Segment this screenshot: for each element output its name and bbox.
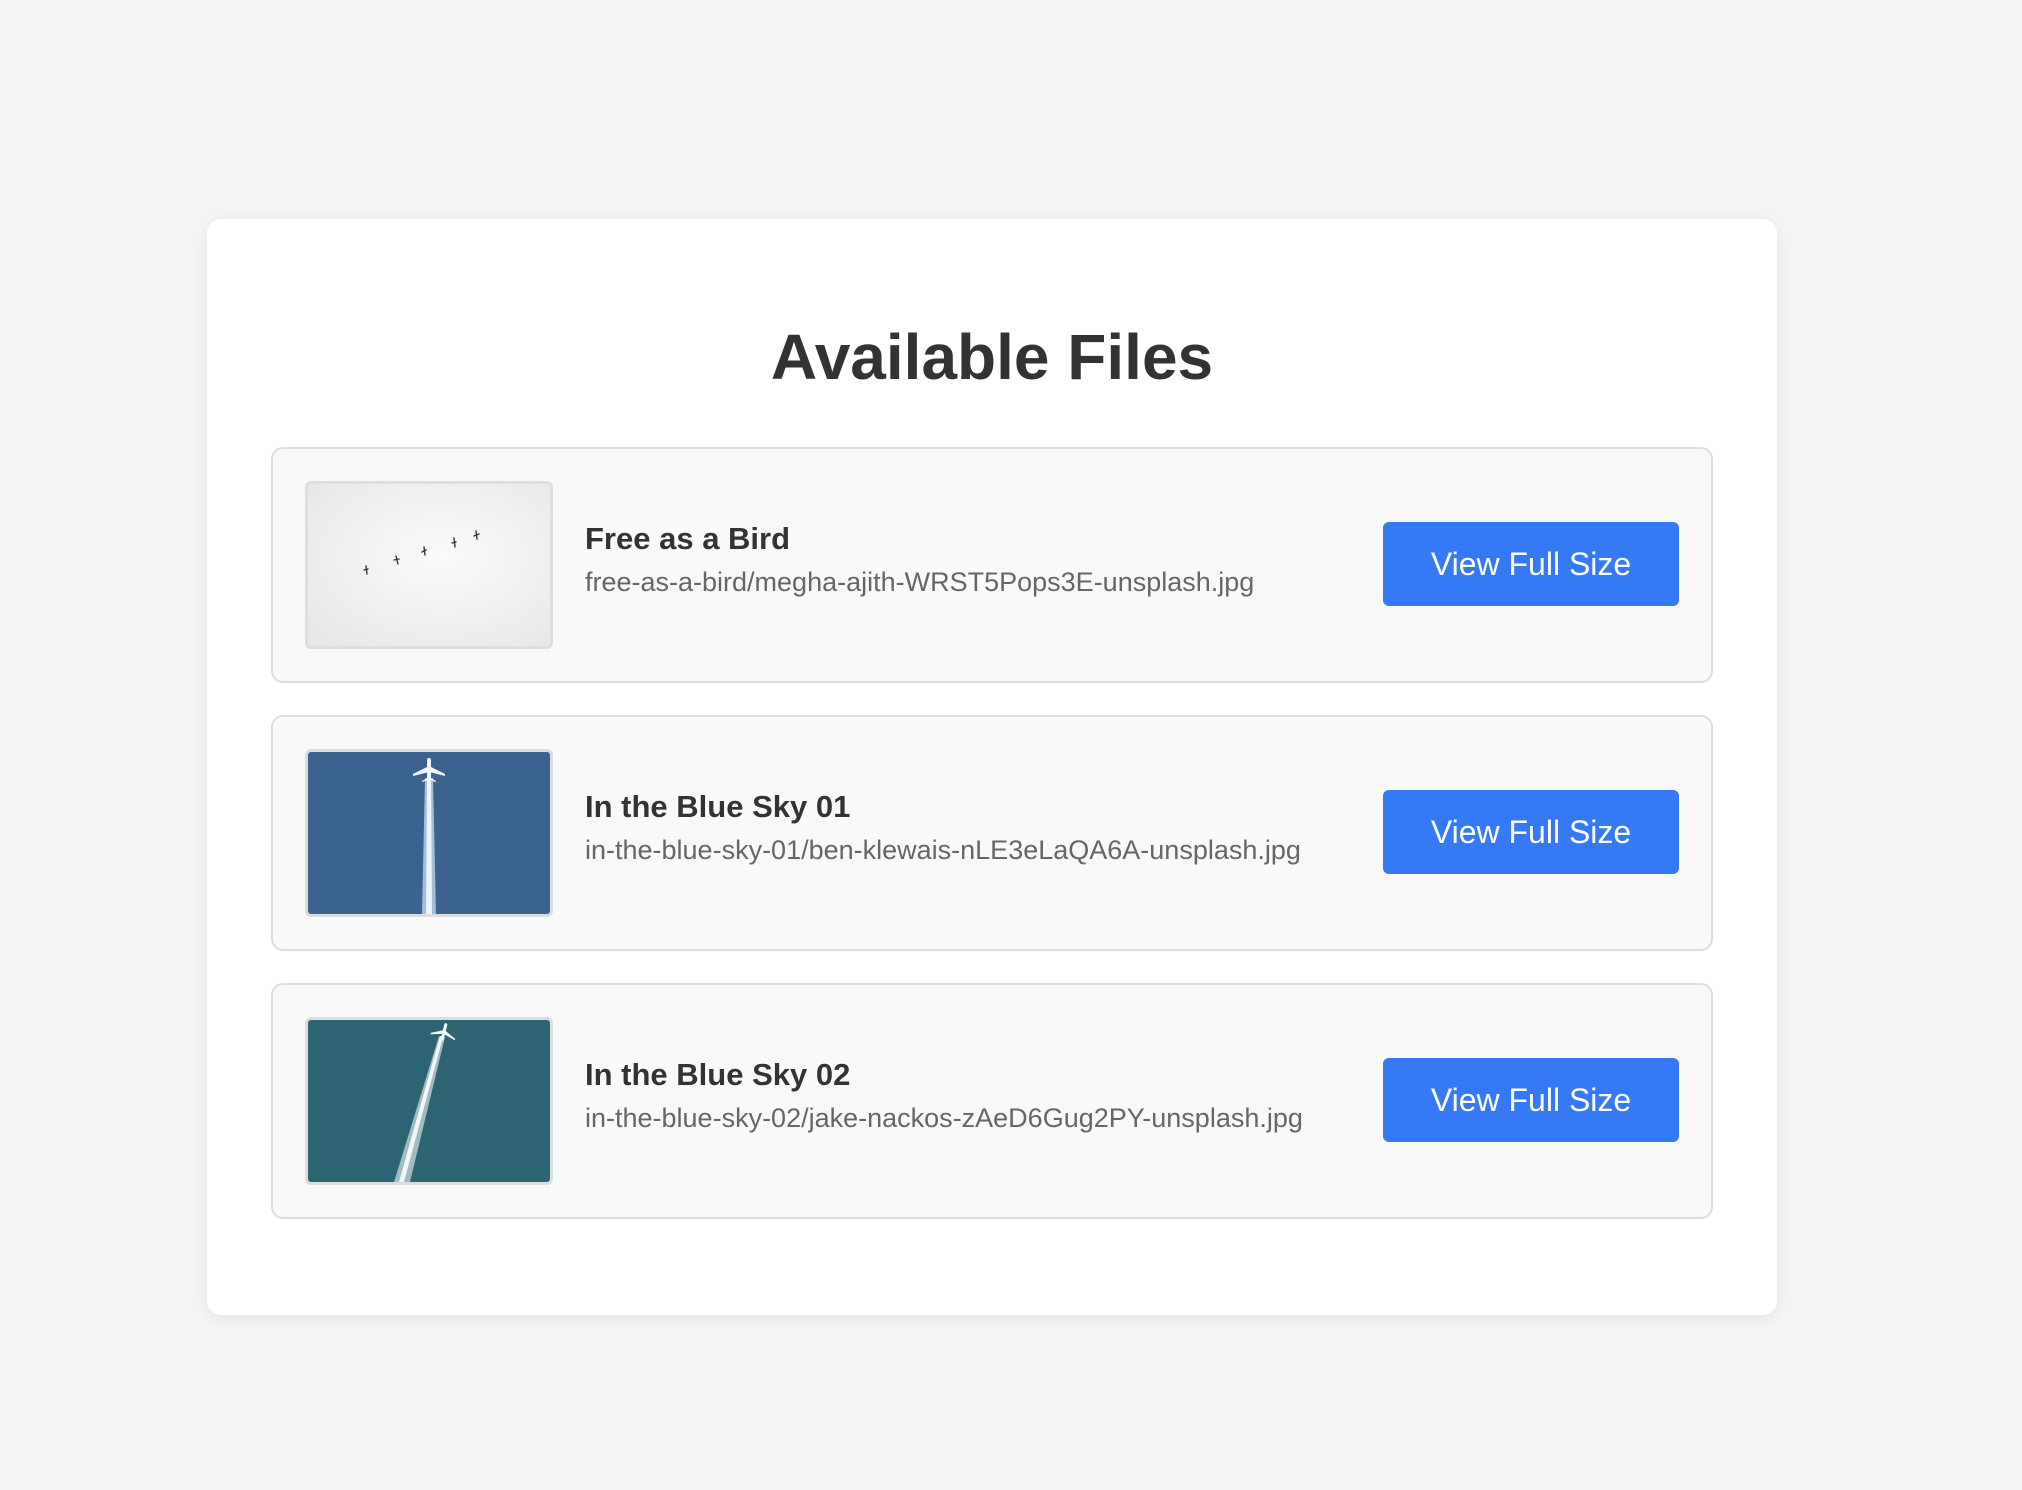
file-item: Free as a Bird free-as-a-bird/megha-ajit… bbox=[271, 447, 1713, 683]
file-title: In the Blue Sky 02 bbox=[585, 1057, 851, 1092]
view-full-size-button[interactable]: View Full Size bbox=[1383, 790, 1679, 874]
file-info: In the Blue Sky 01 in-the-blue-sky-01/be… bbox=[585, 787, 1365, 868]
file-title: In the Blue Sky 01 bbox=[585, 789, 851, 824]
file-item: In the Blue Sky 02 in-the-blue-sky-02/ja… bbox=[271, 983, 1713, 1219]
file-path: free-as-a-bird/megha-ajith-WRST5Pops3E-u… bbox=[585, 567, 1255, 597]
blue-sky-02-thumbnail-image[interactable] bbox=[305, 1017, 553, 1185]
view-full-size-button[interactable]: View Full Size bbox=[1383, 1058, 1679, 1142]
view-full-size-button[interactable]: View Full Size bbox=[1383, 522, 1679, 606]
file-path: in-the-blue-sky-02/jake-nackos-zAeD6Gug2… bbox=[585, 1103, 1303, 1133]
files-card: Available Files Free as a Bird free-as-a… bbox=[207, 219, 1777, 1315]
file-title: Free as a Bird bbox=[585, 521, 791, 556]
file-item: In the Blue Sky 01 in-the-blue-sky-01/be… bbox=[271, 715, 1713, 951]
birds-thumbnail-image[interactable] bbox=[305, 481, 553, 649]
file-list: Free as a Bird free-as-a-bird/megha-ajit… bbox=[271, 447, 1713, 1251]
file-path: in-the-blue-sky-01/ben-klewais-nLE3eLaQA… bbox=[585, 835, 1301, 865]
blue-sky-01-thumbnail-image[interactable] bbox=[305, 749, 553, 917]
file-info: In the Blue Sky 02 in-the-blue-sky-02/ja… bbox=[585, 1055, 1365, 1136]
page-title: Available Files bbox=[770, 321, 1214, 393]
file-info: Free as a Bird free-as-a-bird/megha-ajit… bbox=[585, 519, 1365, 600]
